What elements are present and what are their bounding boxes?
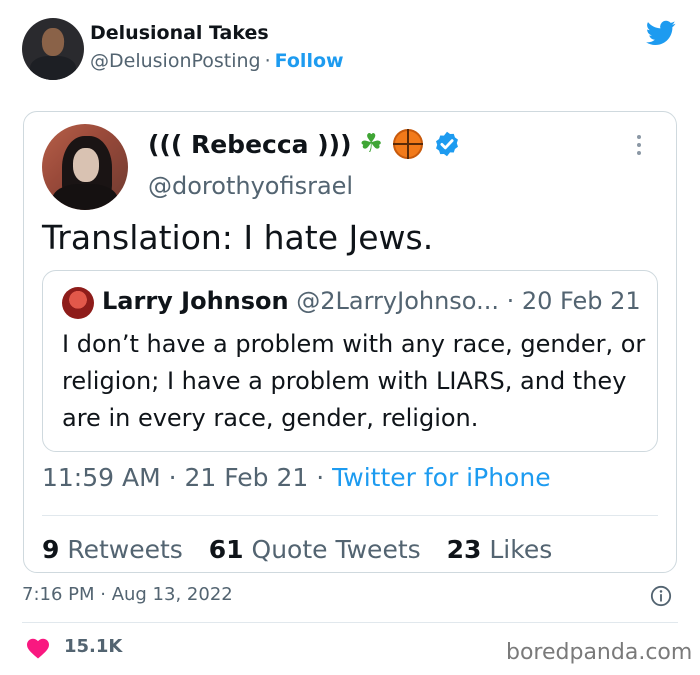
quotes-count: 61 xyxy=(208,535,244,564)
inner-tweet-text: Translation: I hate Jews. xyxy=(42,218,434,257)
retweets-label: Retweets xyxy=(67,535,183,564)
divider xyxy=(22,622,678,623)
tweet-timestamp[interactable]: 7:16 PM · Aug 13, 2022 xyxy=(22,584,233,605)
likes-count[interactable]: 15.1K xyxy=(64,636,122,657)
inner-author-name: ((( Rebecca ))) xyxy=(148,129,352,159)
retweets-count: 9 xyxy=(42,535,60,564)
inner-source: Twitter for iPhone xyxy=(332,463,551,492)
more-options-icon xyxy=(637,135,641,155)
inner-author-handle: @dorothyofisrael xyxy=(148,172,354,200)
quoted-tweet-text: I don’t have a problem with any race, ge… xyxy=(62,330,646,432)
basketball-icon xyxy=(392,129,423,159)
inner-timestamp-row: 11:59 AM · 21 Feb 21 · Twitter for iPhon… xyxy=(42,463,551,492)
avatar-body xyxy=(30,56,76,80)
quoted-date: · 20 Feb 21 xyxy=(498,287,641,315)
quoted-header: Larry Johnson @2LarryJohnso... · 20 Feb … xyxy=(102,287,641,315)
heart-icon[interactable] xyxy=(26,637,50,659)
embedded-tweet: Delusional Takes @DelusionPosting · Follow… xyxy=(0,0,700,675)
quotes-label: Quote Tweets xyxy=(251,535,421,564)
avatar-face xyxy=(73,148,99,182)
quoted-author-handle: @2LarryJohnso... xyxy=(296,287,499,315)
divider xyxy=(42,515,658,516)
inner-name-row: ((( Rebecca ))) ☘ xyxy=(148,129,461,159)
quoted-author-name: Larry Johnson xyxy=(102,287,289,315)
inner-likes-label: Likes xyxy=(489,535,553,564)
inner-stats-row: 9 Retweets 61 Quote Tweets 23 Likes xyxy=(42,535,552,564)
inner-likes-count: 23 xyxy=(446,535,482,564)
avatar[interactable] xyxy=(22,18,84,80)
avatar-face xyxy=(42,28,64,56)
shamrock-icon: ☘ xyxy=(359,129,383,159)
verified-badge-icon xyxy=(435,131,458,157)
separator: · xyxy=(264,50,271,72)
twitter-bird-icon[interactable] xyxy=(644,18,678,48)
follow-button[interactable]: Follow xyxy=(275,50,344,72)
avatar-body xyxy=(52,184,118,210)
info-icon[interactable] xyxy=(650,585,672,607)
inner-timestamp: 11:59 AM · 21 Feb 21 · xyxy=(42,463,333,492)
author-name[interactable]: Delusional Takes xyxy=(90,22,269,44)
inner-avatar xyxy=(42,124,128,210)
author-handle[interactable]: @DelusionPosting xyxy=(90,50,261,72)
quoted-avatar xyxy=(62,287,94,319)
watermark: boredpanda.com xyxy=(506,640,693,665)
author-handle-row: @DelusionPosting · Follow xyxy=(90,50,344,72)
